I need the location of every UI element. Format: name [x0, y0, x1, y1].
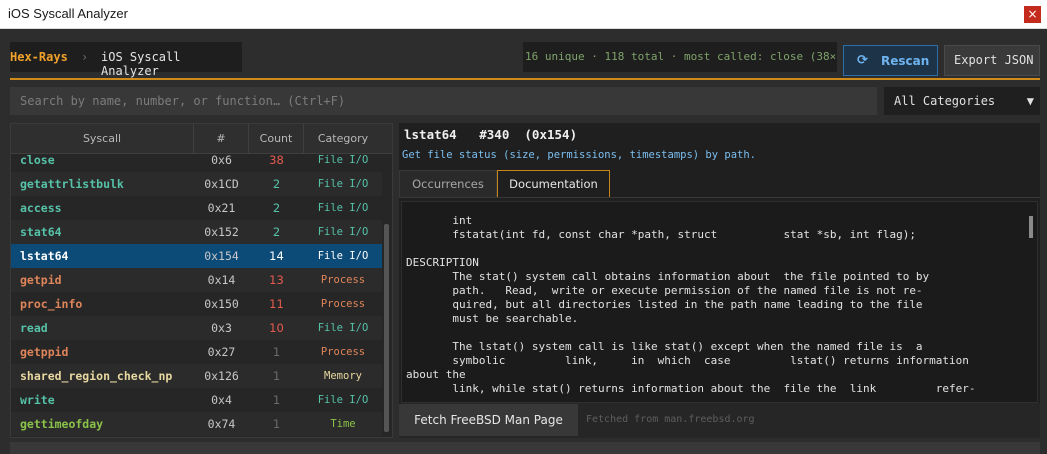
table-row[interactable]: getattrlistbulk 0x1CD 2 File I/O [11, 172, 382, 196]
table-row[interactable]: gettimeofday 0x74 1 Time [11, 412, 382, 436]
syscall-number: 0x3 [211, 321, 232, 335]
syscall-number: 0x150 [204, 297, 239, 311]
fetch-man-page-button[interactable]: Fetch FreeBSD Man Page [399, 404, 578, 436]
syscall-count: 1 [272, 345, 281, 359]
syscall-name: write [20, 393, 55, 407]
window-title: iOS Syscall Analyzer [8, 6, 128, 21]
header-number[interactable]: # [194, 124, 249, 154]
status-bar [10, 442, 1040, 454]
fetch-bar: Fetch FreeBSD Man Page Fetched from man.… [399, 403, 1040, 438]
syscall-count: 11 [269, 297, 284, 311]
syscall-number: 0x21 [207, 201, 236, 215]
syscall-number: 0x152 [204, 225, 239, 239]
syscall-number: 0x74 [207, 417, 236, 431]
syscall-count: 2 [272, 177, 281, 191]
detail-title: lstat64 #340 (0x154) [404, 127, 578, 142]
syscall-category: Memory [324, 370, 362, 382]
syscall-count: 10 [269, 321, 284, 335]
syscall-category: Process [320, 298, 366, 310]
table-row[interactable]: access 0x21 2 File I/O [11, 196, 382, 220]
table-row[interactable]: shared_region_check_np 0x126 1 Memory [11, 364, 382, 388]
syscall-count: 2 [272, 201, 281, 215]
category-select-value: All Categories [894, 94, 996, 108]
detail-tabs: Occurrences Documentation [399, 170, 1040, 197]
tab-documentation[interactable]: Documentation [497, 170, 610, 197]
syscall-category: File I/O [317, 250, 369, 262]
detail-subtitle: Get file status (size, permissions, time… [402, 149, 757, 161]
table-row[interactable]: stat64 0x152 2 File I/O [11, 220, 382, 244]
syscall-number: 0x154 [204, 249, 239, 263]
syscall-category: Process [320, 274, 366, 286]
syscall-table: Syscall # Count Category close 0x6 38 File … [10, 123, 393, 438]
syscall-count: 38 [269, 154, 284, 167]
syscall-name: gettimeofday [20, 417, 104, 431]
accent-divider [10, 78, 1040, 80]
table-header: Syscall # Count Category [11, 124, 392, 154]
search-input[interactable]: Search by name, number, or function… (Ct… [10, 87, 877, 115]
breadcrumb-separator: › [81, 50, 89, 64]
documentation-text: int fstatat(int fd, const char *path, st… [406, 214, 976, 395]
documentation-view[interactable]: int fstatat(int fd, const char *path, st… [401, 201, 1038, 403]
syscall-number: 0x6 [211, 154, 232, 167]
syscall-count: 2 [272, 225, 281, 239]
table-row[interactable]: write 0x4 1 File I/O [11, 388, 382, 412]
rescan-button[interactable]: ⟳ Rescan [843, 45, 938, 76]
syscall-category: File I/O [317, 394, 369, 406]
tab-divider [399, 197, 1040, 198]
syscall-name: close [20, 154, 55, 167]
tab-occurrences[interactable]: Occurrences [399, 170, 497, 197]
syscall-name: lstat64 [20, 249, 69, 263]
table-row[interactable]: read 0x3 10 File I/O [11, 316, 382, 340]
close-icon[interactable]: × [1024, 6, 1041, 23]
syscall-name: proc_info [20, 297, 83, 311]
breadcrumb-current: iOS Syscall Analyzer [101, 50, 181, 78]
syscall-category: File I/O [317, 178, 369, 190]
syscall-category: File I/O [317, 226, 369, 238]
stats-summary: 16 unique · 118 total · most called: clo… [523, 42, 837, 72]
syscall-number: 0x1CD [204, 177, 239, 191]
doc-scrollbar[interactable] [1029, 216, 1033, 238]
breadcrumb-root[interactable]: Hex-Rays [10, 50, 68, 64]
header-syscall[interactable]: Syscall [11, 124, 194, 154]
syscall-count: 1 [272, 393, 281, 407]
syscall-name: access [20, 201, 62, 215]
syscall-number: 0x14 [207, 273, 236, 287]
syscall-name: getpid [20, 273, 62, 287]
syscall-category: File I/O [317, 322, 369, 334]
syscall-category: File I/O [317, 154, 369, 166]
syscall-number: 0x4 [211, 393, 232, 407]
syscall-count: 1 [272, 369, 281, 383]
syscall-count: 13 [269, 273, 284, 287]
detail-panel: lstat64 #340 (0x154) Get file status (si… [399, 123, 1040, 438]
category-select[interactable]: All Categories ▼ [884, 87, 1040, 115]
syscall-name: getattrlistbulk [20, 177, 124, 191]
chevron-down-icon: ▼ [1026, 94, 1034, 108]
rescan-label: Rescan [881, 54, 930, 68]
refresh-icon: ⟳ [857, 53, 868, 68]
header-category[interactable]: Category [304, 124, 382, 154]
fetch-status: Fetched from man.freebsd.org [586, 414, 755, 425]
syscall-name: read [20, 321, 48, 335]
table-row[interactable]: lstat64 0x154 14 File I/O [11, 244, 382, 268]
breadcrumb: Hex-Rays › iOS Syscall Analyzer [10, 42, 242, 78]
table-scrollbar[interactable] [384, 224, 389, 432]
syscall-category: Time [330, 418, 356, 430]
syscall-name: getppid [20, 345, 69, 359]
table-row[interactable]: getpid 0x14 13 Process [11, 268, 382, 292]
table-row[interactable]: close 0x6 38 File I/O [11, 154, 382, 172]
syscall-name: shared_region_check_np [20, 369, 173, 383]
syscall-number: 0x27 [207, 345, 236, 359]
syscall-count: 14 [269, 249, 284, 263]
syscall-count: 1 [272, 417, 281, 431]
table-row[interactable]: proc_info 0x150 11 Process [11, 292, 382, 316]
title-bar: iOS Syscall Analyzer × [0, 0, 1047, 29]
export-json-button[interactable]: Export JSON [944, 45, 1040, 76]
syscall-category: File I/O [317, 202, 369, 214]
table-body: close 0x6 38 File I/O getattrlistbulk 0x1CD 2 F… [11, 154, 382, 437]
syscall-number: 0x126 [204, 369, 239, 383]
header-count[interactable]: Count [249, 124, 304, 154]
syscall-name: stat64 [20, 225, 62, 239]
syscall-category: Process [320, 346, 366, 358]
table-row[interactable]: getppid 0x27 1 Process [11, 340, 382, 364]
